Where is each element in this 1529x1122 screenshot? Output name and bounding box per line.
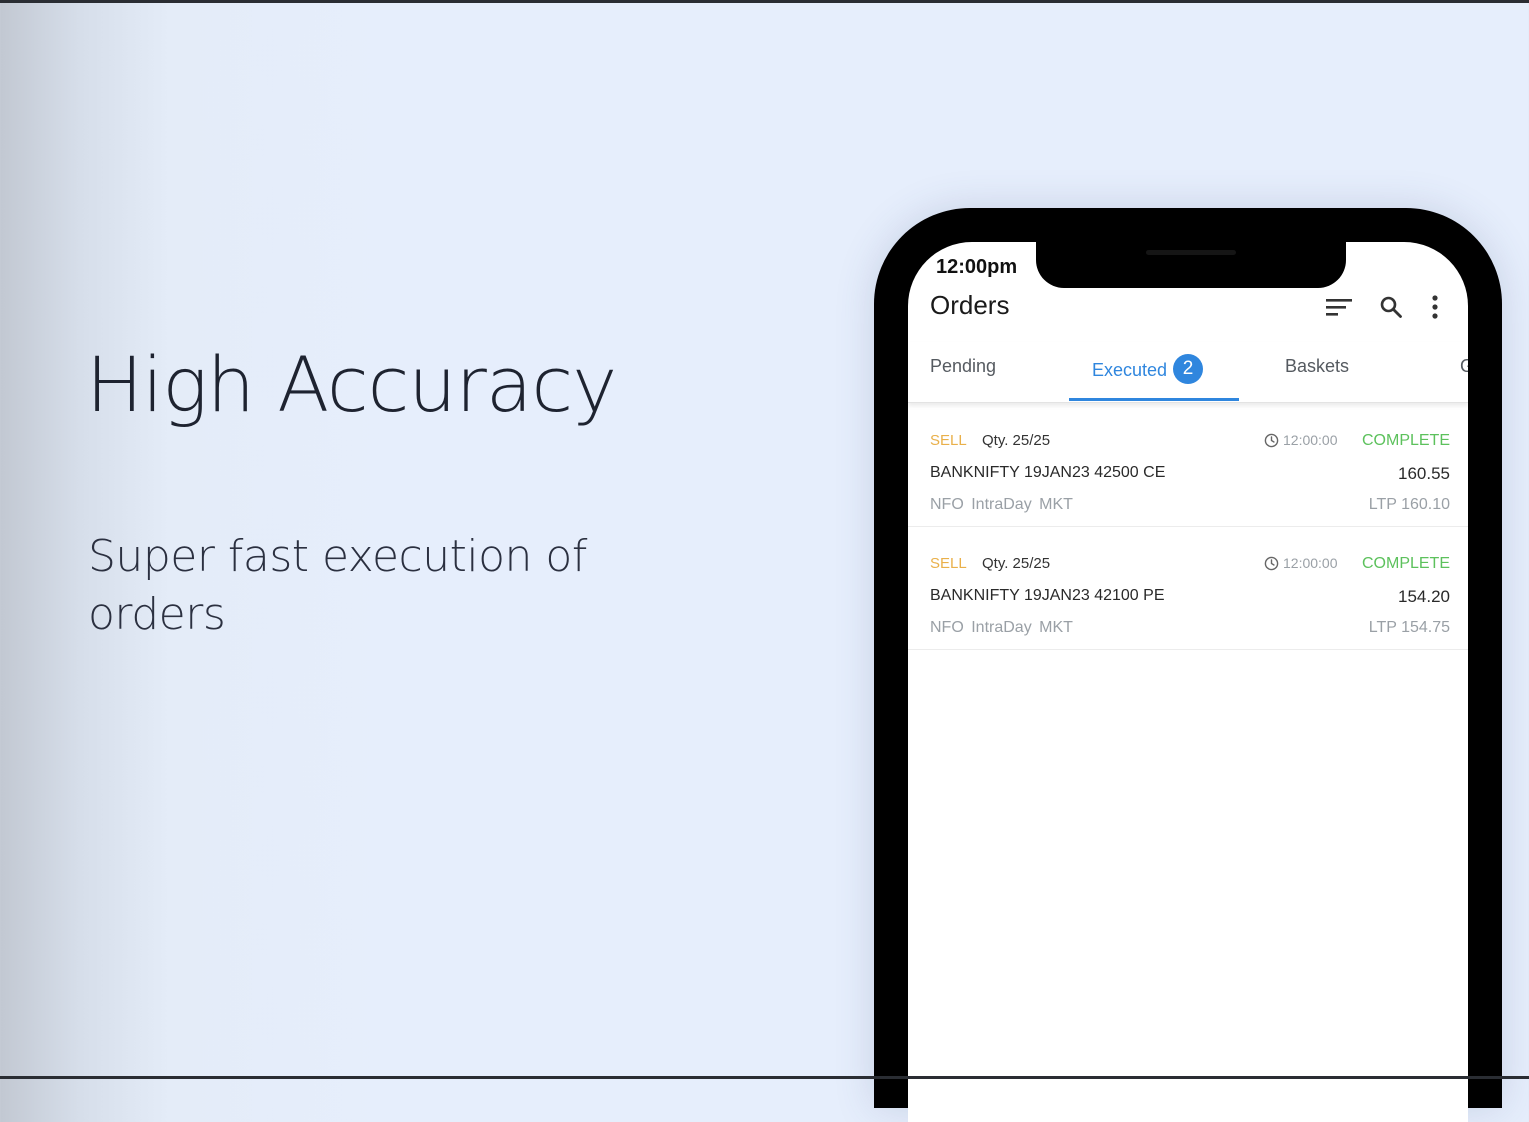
tab-baskets[interactable]: Baskets — [1285, 356, 1349, 377]
order-tabs: Pending Executed 2 Baskets G — [908, 342, 1468, 403]
phone-notch — [1036, 242, 1346, 288]
order-row[interactable]: SELL Qty. 25/25 12:00:00 COMPLETE BANKNI… — [908, 406, 1468, 527]
phone-screen: 12:00pm Orders Pending Executed 2 Basket… — [908, 242, 1468, 1122]
order-time-text: 12:00:00 — [1283, 432, 1338, 448]
search-button[interactable] — [1374, 290, 1408, 324]
order-time: 12:00:00 — [1264, 432, 1338, 448]
order-price: 154.20 — [1398, 587, 1450, 606]
order-side: SELL — [930, 432, 967, 449]
more-vertical-icon — [1432, 295, 1438, 319]
tab-overflow-label: G — [1460, 356, 1468, 376]
order-time-text: 12:00:00 — [1283, 555, 1338, 571]
tab-executed-label: Executed — [1092, 359, 1168, 380]
filter-button[interactable] — [1322, 290, 1356, 324]
search-icon — [1380, 296, 1402, 318]
tab-baskets-label: Baskets — [1285, 356, 1350, 376]
clock-icon — [1264, 556, 1279, 570]
phone-mockup: 12:00pm Orders Pending Executed 2 Basket… — [874, 208, 1502, 1122]
slide-headline: High Accuracy — [86, 340, 617, 429]
order-ltp: LTP 154.75 — [1368, 619, 1450, 636]
order-qty: Qty. 25/25 — [982, 555, 1051, 572]
speaker-grille — [1146, 250, 1236, 255]
filter-icon — [1326, 299, 1352, 316]
tab-pending[interactable]: Pending — [930, 356, 996, 377]
order-meta: NFO IntraDay MKT — [930, 619, 1073, 636]
order-row[interactable]: SELL Qty. 25/25 12:00:00 COMPLETE BANKNI… — [908, 529, 1468, 650]
executed-count-badge: 2 — [1173, 354, 1204, 384]
slide-subline: Super fast execution of orders — [88, 531, 587, 640]
top-border — [0, 0, 1529, 3]
active-tab-indicator — [1069, 398, 1239, 401]
order-side: SELL — [930, 555, 967, 572]
more-options-button[interactable] — [1418, 290, 1452, 324]
status-bar-time: 12:00pm — [936, 256, 1018, 278]
order-status: COMPLETE — [1361, 555, 1450, 572]
order-qty: Qty. 25/25 — [982, 432, 1051, 449]
order-price: 160.55 — [1398, 464, 1450, 483]
page-title: Orders — [930, 290, 1010, 320]
order-ltp: LTP 160.10 — [1368, 496, 1450, 513]
tab-overflow[interactable]: G — [1460, 356, 1468, 377]
order-symbol: BANKNIFTY 19JAN23 42500 CE — [930, 464, 1166, 481]
order-time: 12:00:00 — [1264, 555, 1338, 571]
tab-executed[interactable]: Executed 2 — [1092, 354, 1204, 386]
order-status: COMPLETE — [1361, 432, 1450, 449]
clock-icon — [1264, 433, 1279, 447]
order-meta: NFO IntraDay MKT — [930, 496, 1073, 513]
order-symbol: BANKNIFTY 19JAN23 42100 PE — [930, 587, 1165, 604]
tab-pending-label: Pending — [930, 356, 997, 376]
